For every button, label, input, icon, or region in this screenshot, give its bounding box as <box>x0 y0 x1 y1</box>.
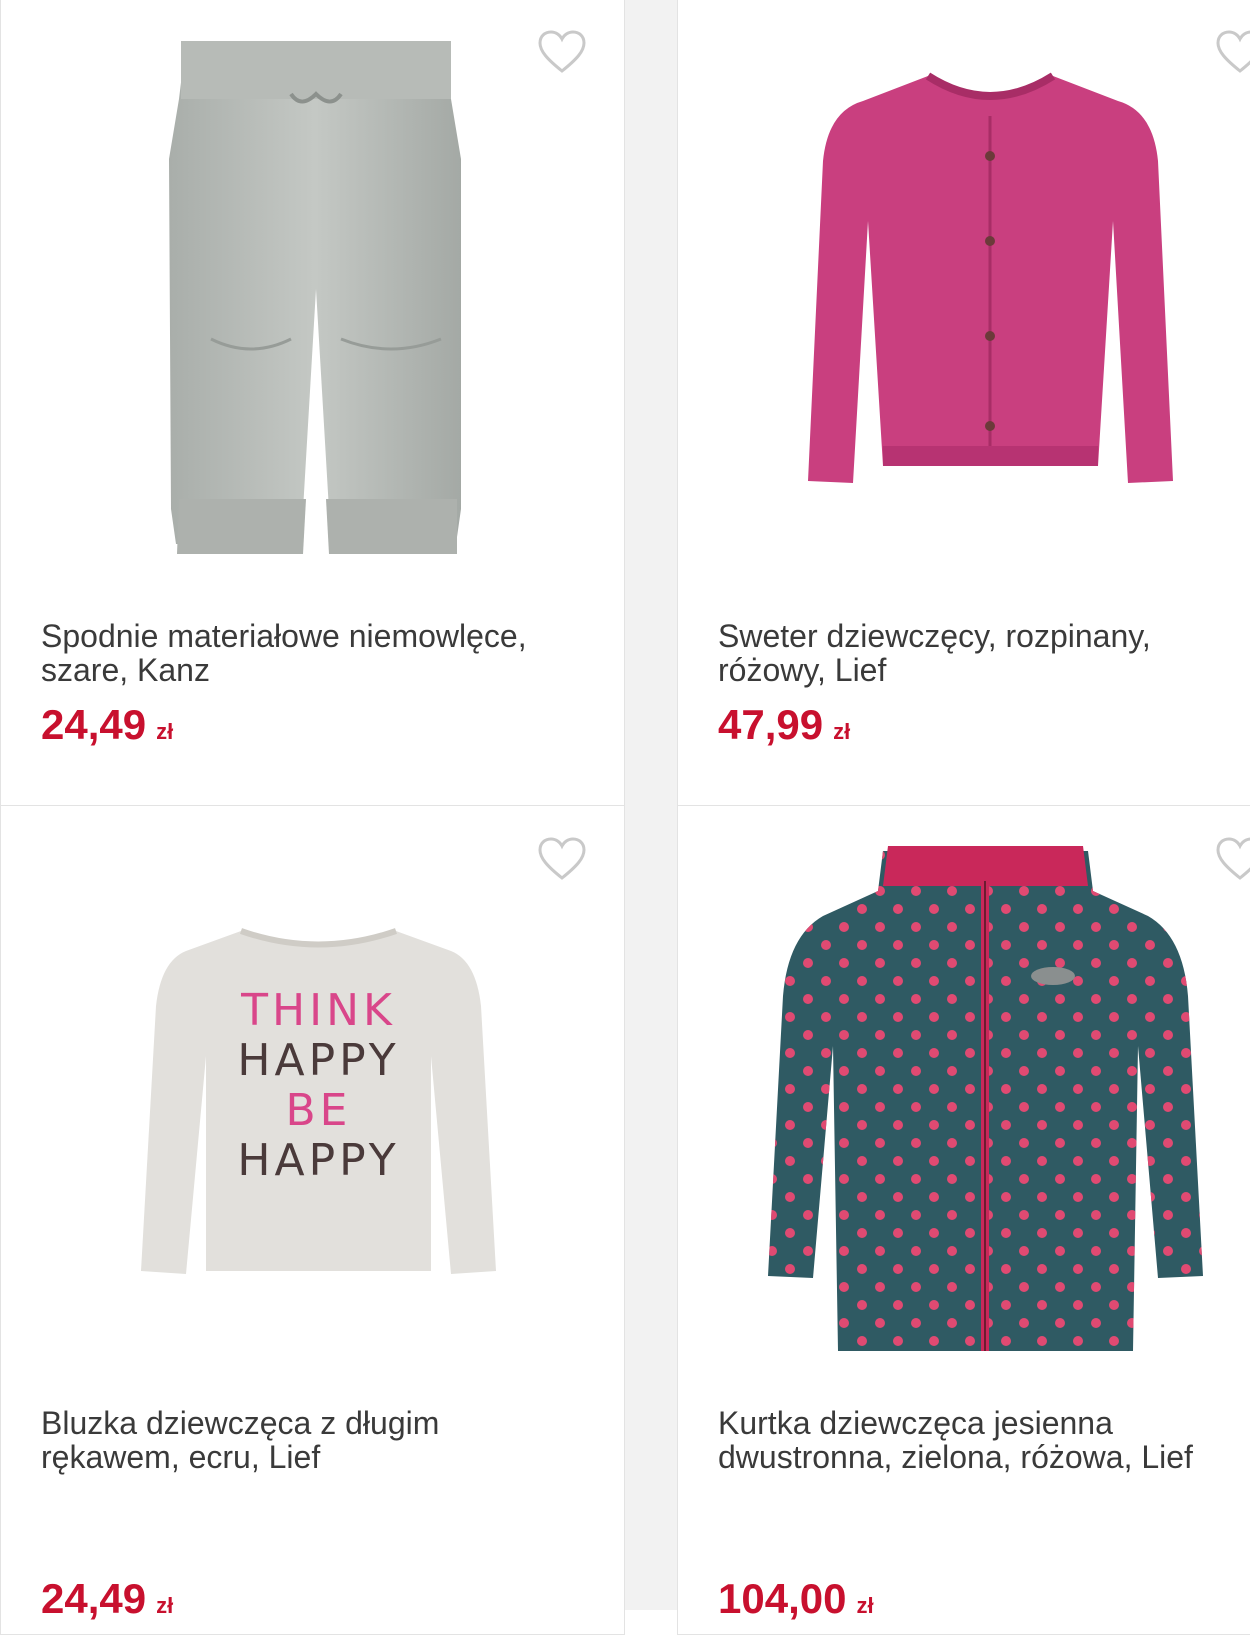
price-currency: zł <box>156 719 174 744</box>
price-currency: zł <box>156 1593 174 1618</box>
favorite-heart-icon[interactable] <box>537 29 587 75</box>
favorite-heart-icon[interactable] <box>537 836 587 882</box>
price-value: 104,00 <box>718 1575 847 1622</box>
product-image[interactable] <box>151 39 481 579</box>
product-title[interactable]: Sweter dziewczęcy, rozpinany, różowy, Li… <box>718 619 1236 687</box>
price-currency: zł <box>833 719 851 744</box>
product-title[interactable]: Kurtka dziewczęca jesienna dwustronna, z… <box>718 1406 1236 1474</box>
favorite-heart-icon[interactable] <box>1215 836 1250 882</box>
product-card[interactable]: Sweter dziewczęcy, rozpinany, różowy, Li… <box>677 0 1250 806</box>
product-image[interactable] <box>798 71 1183 496</box>
favorite-heart-icon[interactable] <box>1215 29 1250 75</box>
product-price: 47,99 zł <box>718 704 850 753</box>
product-title[interactable]: Bluzka dziewczęca z długim rękawem, ecru… <box>41 1406 584 1474</box>
product-title[interactable]: Spodnie materiałowe niemowlęce, szare, K… <box>41 619 584 687</box>
product-card[interactable]: Spodnie materiałowe niemowlęce, szare, K… <box>0 0 625 806</box>
price-currency: zł <box>856 1593 874 1618</box>
product-price: 104,00 zł <box>718 1578 874 1627</box>
product-card[interactable]: Kurtka dziewczęca jesienna dwustronna, z… <box>677 805 1250 1635</box>
grid-gutter <box>624 0 678 1610</box>
product-image[interactable]: THINK HAPPY BE HAPPY <box>131 926 506 1291</box>
product-card[interactable]: THINK HAPPY BE HAPPY Bluzka dziewczęca z… <box>0 805 625 1635</box>
product-image[interactable] <box>763 846 1208 1366</box>
product-price: 24,49 zł <box>41 1578 173 1627</box>
price-value: 24,49 <box>41 1575 147 1622</box>
shirt-print: THINK HAPPY BE HAPPY <box>237 985 400 1186</box>
product-price: 24,49 zł <box>41 704 173 753</box>
price-value: 47,99 <box>718 701 824 748</box>
price-value: 24,49 <box>41 701 147 748</box>
